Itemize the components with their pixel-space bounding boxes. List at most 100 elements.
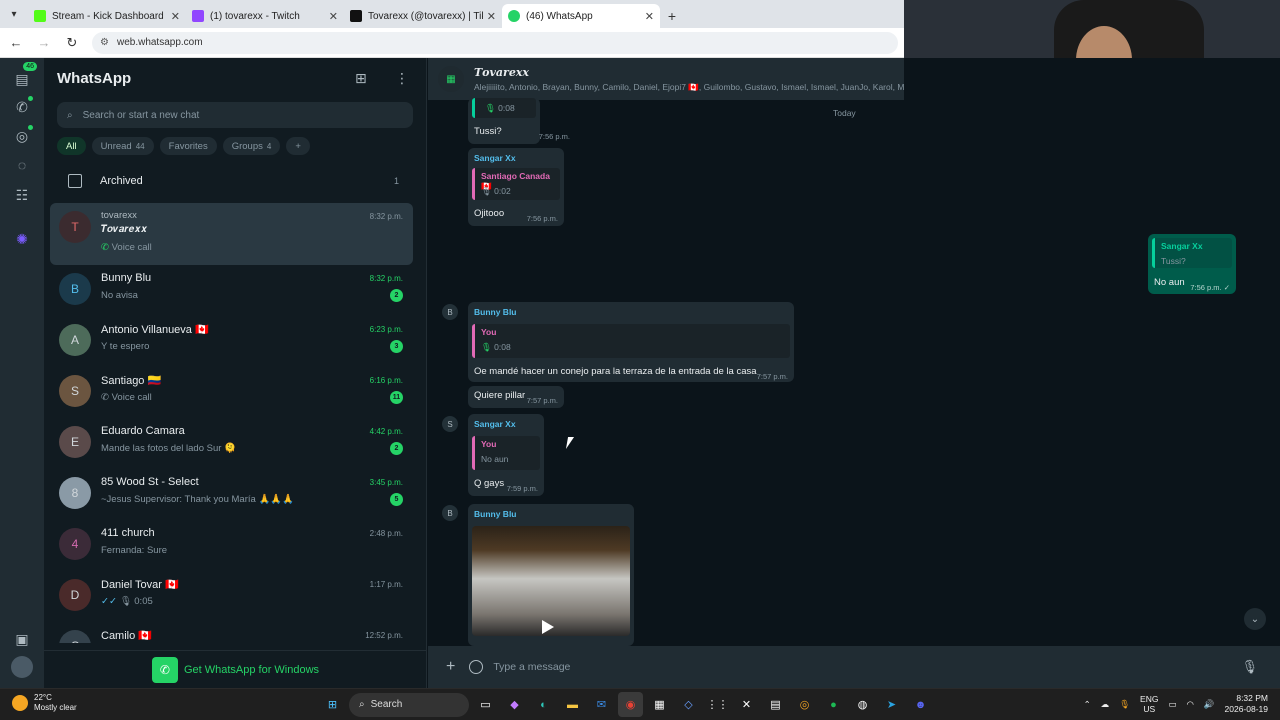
calls-icon[interactable]: ✆ [11,96,33,118]
reload-icon[interactable]: ↻ [60,35,84,51]
play-icon[interactable] [542,620,554,634]
chat-header[interactable]: ▦ 𝑻𝒐𝒗𝒂𝒓𝒆𝒙𝒙 Alejiiiiito, Antonio, Brayan,… [428,58,904,100]
microphone-icon[interactable]: 🎙 [1119,699,1130,710]
windows-taskbar: 22°C Mostly clear ⊞ ⌕ Search ▭ ◆ ◐ ▬ ✉ ◉ ▦… [0,688,1280,720]
filter-groups[interactable]: Groups 4 [222,137,281,155]
edge-icon[interactable]: ◐ [531,692,556,717]
chat-row[interactable]: E Eduardo Camara Mande las fotos del lad… [50,418,413,469]
chat-row[interactable]: C Camilo 🇨🇦 12:52 p.m. [50,622,413,643]
close-icon[interactable]: ✕ [329,10,338,23]
notepad-icon[interactable]: ▤ [763,692,788,717]
chat-row[interactable]: 8 85 Wood St - Select ~Jesus Supervisor:… [50,469,413,520]
spotify-icon[interactable]: ● [821,692,846,717]
filter-favorites[interactable]: Favorites [159,137,217,155]
display-icon[interactable]: ▭ [1168,699,1176,710]
attach-plus-icon[interactable]: + [446,658,455,676]
filter-unread[interactable]: Unread 44 [91,137,154,155]
emoji-sticker-icon[interactable] [469,660,484,674]
unread-badge: 3 [390,340,403,353]
store-icon[interactable]: ▦ [647,692,672,717]
chat-row[interactable]: T tovarexx 𝑻𝒐𝒗𝒂𝒓𝒆𝒙𝒙 ✆ Voice call 8:32 p.… [50,203,413,265]
tab-whatsapp[interactable]: (46) WhatsApp ✕ [502,4,660,28]
search-input[interactable]: ⌕ Search or start a new chat [57,102,413,128]
chat-row[interactable]: B Bunny Blu No avisa 8:32 p.m. 2 [50,265,413,316]
task-view-icon[interactable]: ▭ [473,692,498,717]
chat-members: Alejiiiiito, Antonio, Brayan, Bunny, Cam… [474,82,904,92]
filter-all[interactable]: All [57,137,86,155]
outlook-icon[interactable]: ✉ [589,692,614,717]
group-avatar: ▦ [438,66,464,92]
outgoing-message-bubble[interactable]: Sangar Xx Tussi? No aun 7:56 p.m. ✓ [1148,234,1236,294]
close-icon[interactable]: ✕ [171,10,180,23]
message-bubble[interactable]: Sangar Xx You No aun Q gays 7:59 p.m. [468,414,544,496]
message-bubble[interactable]: 🎙 0:08 Tussi? 7:56 p.m. [468,98,570,144]
clock[interactable]: 8:32 PM 2026-08-19 [1225,693,1268,715]
mic-icon[interactable]: 🎙 [1241,659,1258,675]
network-cloud-icon[interactable]: ☁ [1101,699,1110,710]
close-icon[interactable]: ✕ [487,10,496,23]
channels-icon[interactable]: ◌ [11,154,33,176]
copilot-icon[interactable]: ◆ [502,692,527,717]
volume-icon[interactable]: 🔊 [1204,699,1215,710]
address-bar[interactable]: ⚙ web.whatsapp.com [92,31,898,54]
phone-icon: ✆ [101,392,112,403]
get-windows-banner[interactable]: ✆ Get WhatsApp for Windows [44,650,427,688]
language-indicator[interactable]: ENG US [1140,694,1158,714]
media-icon[interactable]: ▣ [11,628,33,650]
chrome-icon[interactable]: ◉ [618,692,643,717]
url-text: web.whatsapp.com [116,37,203,48]
tab-twitch[interactable]: (1) tovarexx - Twitch ✕ [186,4,344,28]
forward-arrow-icon[interactable]: → [32,35,56,50]
scroll-down-chevron-icon[interactable]: ⌄ [1244,608,1266,630]
video-thumbnail[interactable] [472,526,630,636]
mic-icon: 🎙 [485,103,499,113]
message-bubble[interactable]: Bunny Blu You 🎙 0:08 Oe mandé hacer un c… [468,302,794,382]
status-dot [28,125,33,130]
profile-avatar[interactable] [11,656,33,678]
vpn-icon[interactable]: ◇ [676,692,701,717]
status-icon[interactable]: ◎ [11,125,33,147]
browser-tab-bar: ▾ Stream - Kick Dashboard ✕ (1) tovarexx… [0,0,904,28]
discord-icon[interactable]: ☻ [908,692,933,717]
sender-avatar[interactable]: S [442,416,458,432]
meta-ai-icon[interactable]: ✺ [11,228,33,250]
avatar: A [59,324,91,356]
chat-row[interactable]: D Daniel Tovar 🇨🇦 ✓✓ 🎙 0:05 1:17 p.m. [50,571,413,622]
obs-icon[interactable]: ◍ [850,692,875,717]
tray-chevron-up-icon[interactable]: ⌃ [1084,699,1091,710]
menu-dots-icon[interactable]: ⋮ [395,70,409,87]
site-settings-icon[interactable]: ⚙ [100,37,109,48]
back-arrow-icon[interactable]: ← [4,35,28,50]
add-filter-plus-icon[interactable]: + [286,137,310,155]
archived-row[interactable]: Archived 1 [44,168,427,194]
weather-widget[interactable]: 22°C Mostly clear [12,693,77,713]
communities-icon[interactable]: ☷ [11,184,33,206]
chat-row[interactable]: S Santiago 🇨🇴 ✆ Voice call 6:16 p.m. 11 [50,367,413,418]
windows-start-icon[interactable]: ⊞ [320,692,345,717]
close-icon[interactable]: ✕ [645,10,654,23]
tab-tiktok[interactable]: Tovarexx (@tovarexx) | TikTok ✕ [344,4,502,28]
message-bubble[interactable]: Quiere pillar 7:57 p.m. [468,386,564,408]
sender-avatar[interactable]: B [442,505,458,521]
calls-dot [28,96,33,101]
file-explorer-icon[interactable]: ▬ [560,692,585,717]
apps-grid-icon[interactable]: ⋮⋮ [705,692,730,717]
video-message-bubble[interactable]: Bunny Blu [468,504,634,646]
new-chat-icon[interactable]: ⊞ [355,70,367,87]
chat-row[interactable]: A Antonio Villanueva 🇨🇦 Y te espero 6:23… [50,316,413,367]
telegram-icon[interactable]: ➤ [879,692,904,717]
taskbar-search[interactable]: ⌕ Search [349,692,469,717]
tab-kick[interactable]: Stream - Kick Dashboard ✕ [28,4,186,28]
message-input[interactable]: Type a message [493,661,1241,673]
sender-avatar[interactable]: B [442,304,458,320]
browser-icon[interactable]: ◎ [792,692,817,717]
chats-icon[interactable]: ▤ 46 [11,62,37,90]
avatar: C [59,630,91,643]
tab-search-chevron-icon[interactable]: ▾ [0,0,28,28]
new-tab-plus-icon[interactable]: + [660,4,684,28]
wifi-icon[interactable]: ◠ [1187,699,1194,710]
chat-row[interactable]: 4 411 church Fernanda: Sure 2:48 p.m. [50,520,413,571]
message-bubble[interactable]: Sangar Xx Santiago Canada 🇨🇦 🎙 0:02 Ojit… [468,148,564,226]
nav-rail: ▤ 46 ✆ ◎ ◌ ☷ ✺ ▣ [0,58,44,688]
tools-icon[interactable]: ✕ [734,692,759,717]
